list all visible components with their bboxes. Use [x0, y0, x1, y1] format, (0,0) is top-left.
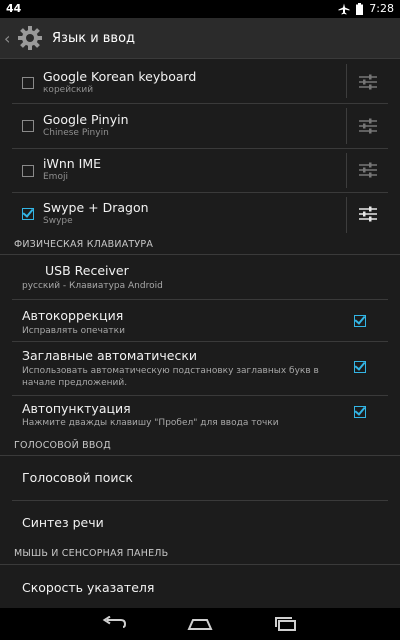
voice-search-label: Голосовой поиск	[22, 470, 133, 485]
airplane-icon	[338, 3, 350, 14]
settings-sliders-icon[interactable]	[358, 118, 378, 134]
ime-checkbox[interactable]	[22, 208, 34, 220]
ime-name: Google Korean keyboard	[43, 69, 197, 84]
ime-name: iWnn IME	[43, 156, 102, 171]
status-left-text: 44	[6, 2, 22, 15]
nav-home-icon[interactable]	[180, 612, 220, 636]
nav-back-icon[interactable]	[94, 612, 134, 636]
settings-sliders-icon[interactable]	[358, 74, 378, 90]
ime-checkbox[interactable]	[22, 120, 34, 132]
ime-row-iwnn[interactable]: iWnn IME Emoji	[0, 149, 400, 192]
status-right: 7:28	[338, 2, 394, 15]
pref-title: Заглавные автоматически	[22, 348, 198, 363]
ime-name: Swype + Dragon	[43, 200, 149, 215]
ime-row-google-pinyin[interactable]: Google Pinyin Chinese Pinyin	[0, 104, 400, 148]
pref-row-auto-caps[interactable]: Заглавные автоматически Использовать авт…	[0, 342, 400, 395]
settings-sliders-icon[interactable]	[358, 162, 378, 178]
pref-title: Автопунктуация	[22, 401, 131, 416]
action-bar: ‹ Язык и ввод	[0, 18, 400, 59]
pref-checkbox[interactable]	[354, 361, 366, 373]
ime-row-google-korean[interactable]: Google Korean keyboard корейский	[0, 58, 400, 102]
battery-icon	[356, 2, 364, 15]
ime-checkbox[interactable]	[22, 165, 34, 177]
chevron-left-icon[interactable]: ‹	[4, 29, 14, 48]
nav-recents-icon[interactable]	[266, 612, 306, 636]
keyboard-layout: русский - Клавиатура Android	[22, 281, 163, 291]
ime-subtitle: Emoji	[43, 172, 68, 182]
settings-list[interactable]: Google Korean keyboard корейский Google …	[0, 58, 400, 608]
ime-subtitle: Swype	[43, 216, 73, 226]
settings-sliders-icon[interactable]	[358, 206, 378, 222]
section-header-mouse: МЫШЬ И СЕНСОРНАЯ ПАНЕЛЬ	[14, 548, 169, 559]
status-time: 7:28	[369, 2, 394, 15]
voice-search-row[interactable]: Голосовой поиск	[0, 456, 400, 500]
pref-row-autocorrect[interactable]: Автокоррекция Исправлять опечатки	[0, 300, 400, 341]
pointer-speed-label: Скорость указателя	[22, 580, 155, 595]
pref-subtitle: Нажмите дважды клавишу "Пробел" для ввод…	[22, 418, 279, 428]
ime-subtitle: корейский	[43, 85, 94, 95]
keyboard-device-name: USB Receiver	[45, 263, 129, 278]
pref-row-auto-punctuation[interactable]: Автопунктуация Нажмите дважды клавишу "П…	[0, 396, 400, 436]
ime-subtitle: Chinese Pinyin	[43, 128, 109, 138]
page-title: Язык и ввод	[52, 30, 136, 46]
pref-checkbox[interactable]	[354, 315, 366, 327]
vertical-separator	[346, 108, 347, 144]
pref-title: Автокоррекция	[22, 308, 124, 323]
ime-row-swype[interactable]: Swype + Dragon Swype	[0, 193, 400, 237]
vertical-separator	[346, 153, 347, 188]
section-header-voice-input: ГОЛОСОВОЙ ВВОД	[14, 440, 111, 451]
section-header-physical-keyboard: ФИЗИЧЕСКАЯ КЛАВИАТУРА	[14, 239, 154, 250]
vertical-separator	[346, 64, 347, 98]
pref-checkbox[interactable]	[354, 406, 366, 418]
tts-label: Синтез речи	[22, 515, 104, 530]
pointer-speed-row[interactable]: Скорость указателя	[0, 565, 400, 608]
physical-keyboard-row[interactable]: USB Receiver русский - Клавиатура Androi…	[0, 255, 400, 299]
ime-checkbox[interactable]	[22, 77, 34, 89]
vertical-separator	[346, 197, 347, 233]
pref-subtitle: Исправлять опечатки	[22, 326, 125, 336]
status-bar: 44 7:28	[0, 0, 400, 18]
ime-name: Google Pinyin	[43, 112, 129, 127]
navigation-bar	[0, 608, 400, 640]
pref-subtitle: Использовать автоматическую подстановку …	[22, 366, 319, 388]
gear-icon[interactable]	[16, 24, 44, 52]
tts-row[interactable]: Синтез речи	[0, 501, 400, 544]
